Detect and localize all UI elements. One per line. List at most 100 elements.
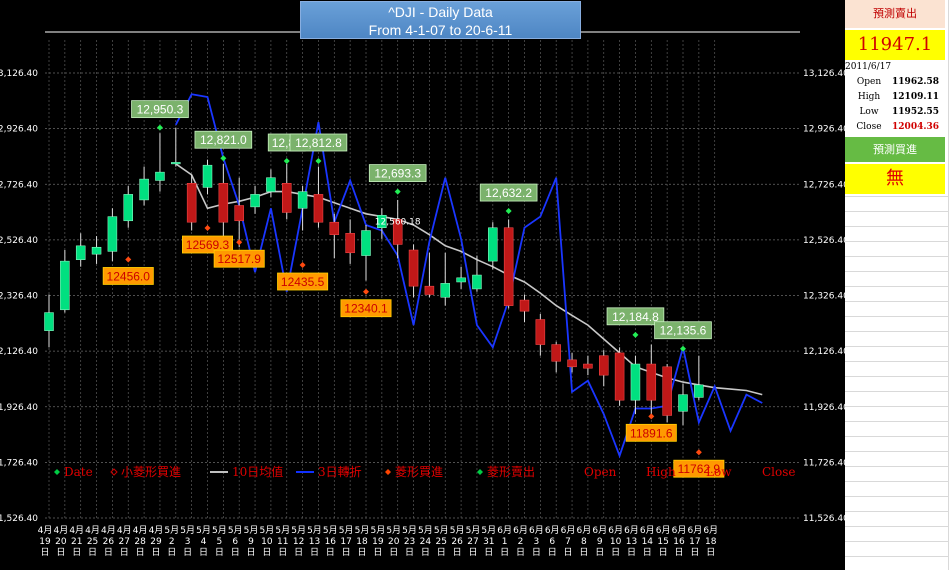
legend-marker — [110, 468, 118, 476]
candle — [329, 213, 340, 259]
panel-gridline — [845, 211, 949, 212]
candle — [171, 127, 181, 167]
candle — [250, 186, 260, 214]
candle-body — [345, 233, 355, 254]
candle-body — [75, 245, 86, 260]
candle — [694, 355, 704, 401]
orange-label: 11891.6 — [630, 426, 673, 440]
green-diamond — [394, 188, 401, 195]
candle — [282, 163, 292, 220]
candle-body — [503, 227, 514, 306]
orange-diamond — [695, 449, 702, 456]
candle — [75, 233, 86, 267]
candle — [313, 166, 324, 228]
panel-gridline — [845, 451, 949, 452]
x-tick-label: 6月 17 日 — [687, 525, 702, 558]
turn3-line — [175, 93, 763, 459]
candle — [91, 236, 102, 264]
legend-label: Open — [584, 465, 617, 479]
candle — [107, 208, 118, 262]
candle-body — [535, 319, 546, 345]
legend-label: 10日均值 — [232, 464, 283, 479]
candle-body — [60, 260, 70, 311]
candle-body — [44, 312, 54, 331]
panel-date: 2011/6/17 — [845, 62, 892, 72]
candle-body — [583, 363, 593, 369]
x-tick-label: 6月 9 日 — [592, 525, 607, 558]
legend-label: 3日轉折 — [318, 464, 362, 479]
candle-body — [107, 216, 118, 252]
candle-body — [567, 359, 577, 368]
candle — [646, 344, 657, 415]
y-tick-right: 12,926.40 — [803, 125, 845, 135]
green-diamond — [315, 157, 322, 164]
y-tick-right: 11,726.40 — [803, 458, 845, 468]
candle-body — [329, 221, 340, 235]
y-tick-left: 13,126.40 — [0, 69, 38, 79]
y-tick-right: 11,926.40 — [803, 403, 845, 413]
legend-label: 菱形賣出 — [487, 464, 535, 479]
green-label: 12,184.8 — [612, 310, 659, 324]
x-tick-label: 6月 15 日 — [656, 525, 671, 558]
candle-body — [282, 182, 292, 213]
panel-gridline — [845, 346, 949, 347]
panel-gridline — [845, 436, 949, 437]
y-tick-left: 12,326.40 — [0, 292, 38, 302]
x-tick-label: 5月 16 日 — [323, 525, 338, 558]
green-label: 12,632.2 — [485, 186, 532, 200]
extra-value-label: 12,560.18 — [375, 218, 421, 228]
candle — [139, 166, 149, 206]
x-tick-label: 5月 3 日 — [180, 525, 195, 558]
candle — [155, 133, 165, 192]
markers: 12,950.312,821.0 12,8112,812.812,693.312,… — [54, 100, 725, 478]
legend-label: Close — [762, 465, 796, 479]
x-tick-label: 6月 13 日 — [624, 525, 639, 558]
candle — [488, 222, 498, 270]
orange-diamond — [648, 413, 655, 420]
x-tick-label: 6月 8 日 — [577, 525, 592, 558]
panel-gridline — [845, 541, 949, 542]
x-tick-label: 4月 26 日 — [101, 525, 116, 558]
candle-body — [139, 178, 149, 201]
candle — [218, 163, 229, 237]
candle-body — [472, 274, 482, 290]
y-tick-left: 12,526.40 — [0, 236, 38, 246]
buy-header: 預測買進 — [845, 137, 945, 162]
x-tick-label: 6月 16 日 — [672, 525, 687, 558]
x-tick-label: 4月 20 日 — [53, 525, 68, 558]
green-diamond — [156, 124, 163, 131]
axes: 13,126.40 13,126.40 12,926.40 12,926.40 12,7… — [0, 69, 845, 558]
y-tick-right: 13,126.40 — [803, 69, 845, 79]
x-tick-label: 5月 25 日 — [434, 525, 449, 558]
candle — [678, 383, 688, 426]
legend-marker — [477, 469, 483, 475]
ohlc-row-close: Close 12004.36 — [845, 120, 945, 134]
ohlc-row-low: Low 11952.55 — [845, 105, 945, 119]
panel-gridline — [845, 406, 949, 407]
x-tick-label: 6月 6 日 — [545, 525, 560, 558]
x-tick-label: 4月 27 日 — [117, 525, 132, 558]
candle-body — [519, 299, 530, 312]
candle-body — [678, 394, 688, 412]
candle — [60, 249, 70, 313]
candle — [440, 252, 450, 306]
green-diamond — [505, 208, 512, 215]
candle-body — [297, 191, 308, 209]
candle — [503, 219, 514, 309]
candle-body — [440, 283, 450, 298]
legend-label: Date — [64, 465, 93, 479]
candle-body — [266, 177, 276, 192]
x-tick-label: 5月 20 日 — [386, 525, 401, 558]
y-tick-right: 12,126.40 — [803, 347, 845, 357]
x-tick-label: 5月 23 日 — [402, 525, 417, 558]
y-tick-right: 11,526.40 — [803, 514, 845, 524]
candlestick-chart: 13,126.40 13,126.40 12,926.40 12,926.40 12,7… — [0, 31, 845, 558]
candle-body — [234, 205, 244, 222]
ohlc-value: 11952.55 — [892, 107, 939, 117]
candle — [583, 355, 593, 376]
candle-body — [408, 249, 419, 287]
candle-body — [551, 344, 561, 362]
candle-body — [456, 277, 466, 283]
x-tick-label: 4月 21 日 — [69, 525, 84, 558]
candle-body — [614, 352, 625, 401]
